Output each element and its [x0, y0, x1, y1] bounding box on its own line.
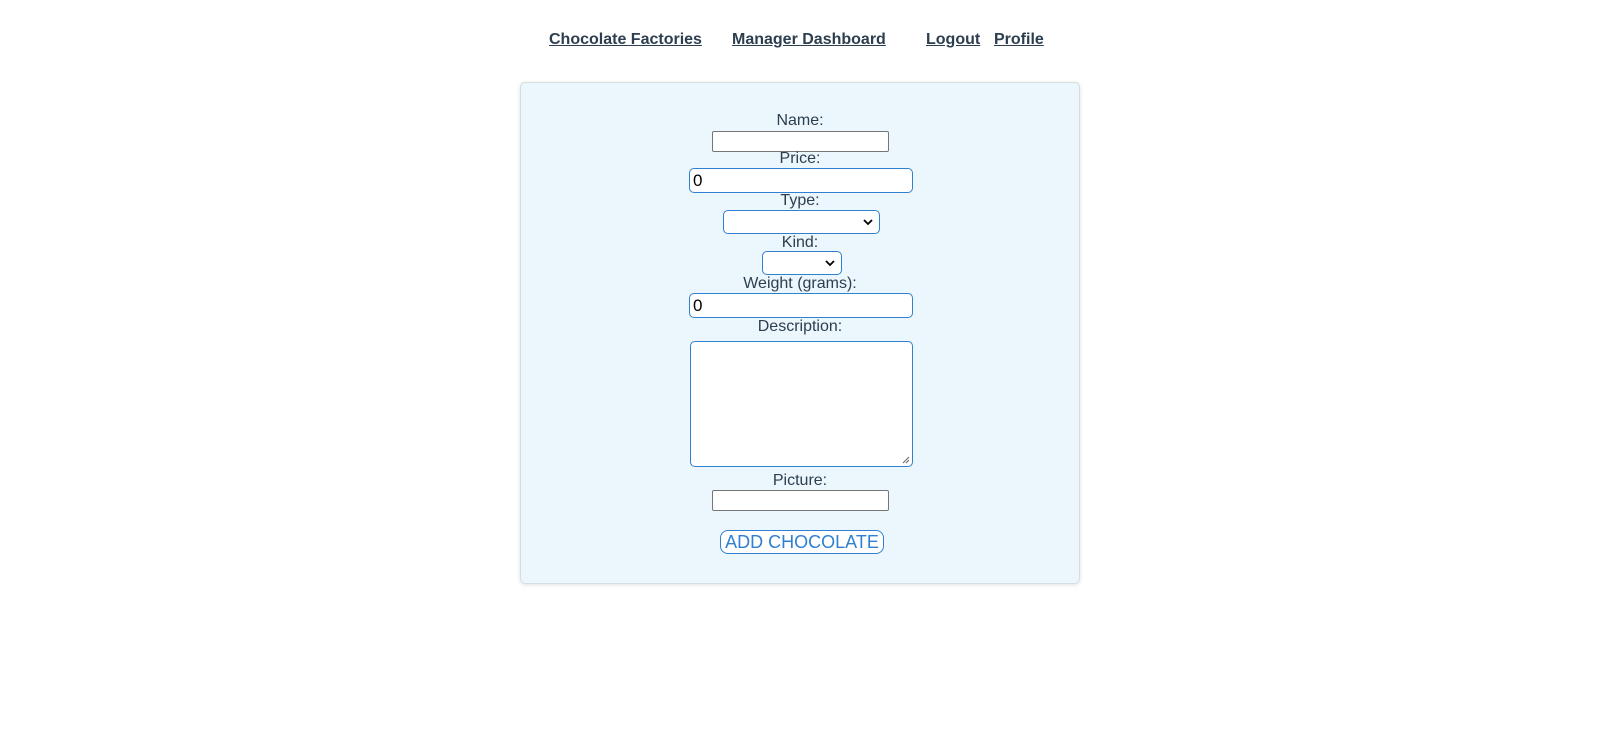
price-input[interactable] [689, 168, 913, 193]
description-label: Description: [757, 318, 843, 335]
chevron-down-icon [825, 260, 835, 267]
name-input[interactable] [712, 131, 889, 152]
add-chocolate-form: Name: Price: Type: Kind: Weight (grams):… [520, 82, 1080, 584]
top-nav: Chocolate Factories Manager Dashboard Lo… [0, 31, 1600, 51]
picture-label: Picture: [772, 472, 828, 489]
type-select[interactable] [723, 210, 880, 234]
add-chocolate-button[interactable]: ADD CHOCOLATE [720, 530, 884, 554]
price-label: Price: [779, 150, 821, 167]
nav-link-profile[interactable]: Profile [994, 31, 1044, 49]
nav-link-logout[interactable]: Logout [926, 31, 980, 49]
nav-link-manager-dashboard[interactable]: Manager Dashboard [732, 31, 886, 49]
kind-label: Kind: [781, 234, 819, 251]
description-textarea[interactable] [690, 341, 913, 467]
weight-label: Weight (grams): [743, 275, 857, 292]
type-label: Type: [780, 192, 820, 209]
kind-select[interactable] [762, 251, 842, 275]
name-label: Name: [776, 112, 824, 129]
chevron-down-icon [863, 219, 873, 226]
picture-input[interactable] [712, 490, 889, 511]
nav-link-chocolate-factories[interactable]: Chocolate Factories [549, 31, 702, 49]
weight-input[interactable] [689, 293, 913, 318]
resize-grip-icon[interactable] [902, 456, 910, 464]
